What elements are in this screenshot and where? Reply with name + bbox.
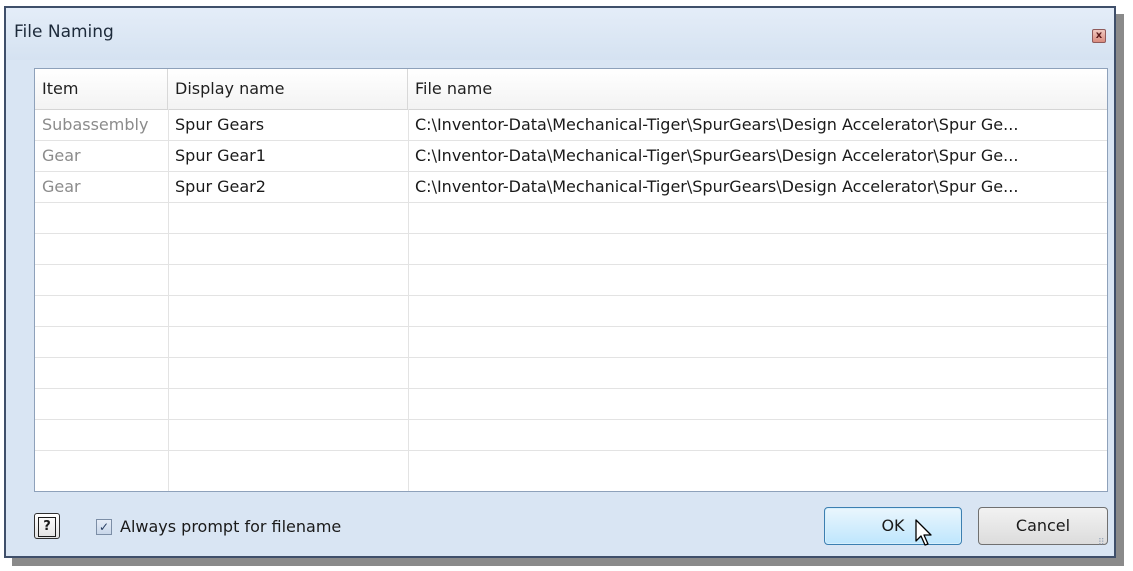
table-row[interactable]: Gear Spur Gear2 C:\Inventor-Data\Mechanica… (35, 171, 1107, 203)
cancel-button[interactable]: Cancel (978, 507, 1108, 545)
file-naming-table: Item Display name File name Subassembly S… (34, 68, 1108, 492)
empty-table-row (35, 264, 1107, 296)
empty-table-row (35, 202, 1107, 234)
cell-display-name[interactable]: Spur Gear1 (168, 140, 408, 171)
ok-button[interactable]: OK (824, 507, 962, 545)
help-button[interactable]: ? (34, 513, 60, 539)
cell-file-name[interactable]: C:\Inventor-Data\Mechanical-Tiger\SpurGe… (408, 109, 1107, 140)
column-header-display-name[interactable]: Display name (168, 69, 408, 109)
empty-table-row (35, 326, 1107, 358)
empty-table-row (35, 419, 1107, 451)
column-header-file-name[interactable]: File name (408, 69, 1107, 109)
cell-item[interactable]: Subassembly (35, 109, 168, 140)
close-icon: x (1095, 30, 1103, 41)
file-naming-dialog: File Naming x Item Display name File nam… (4, 6, 1116, 558)
cell-file-name[interactable]: C:\Inventor-Data\Mechanical-Tiger\SpurGe… (408, 140, 1107, 171)
dialog-title: File Naming (14, 22, 114, 42)
mouse-pointer-icon (915, 519, 932, 546)
always-prompt-label[interactable]: Always prompt for filename (120, 516, 341, 538)
cell-item[interactable]: Gear (35, 171, 168, 202)
checkmark-icon: ✓ (98, 520, 110, 534)
help-icon: ? (38, 517, 56, 537)
empty-table-row (35, 233, 1107, 265)
title-bar[interactable]: File Naming x (6, 8, 1114, 60)
column-divider (168, 109, 169, 491)
cell-display-name[interactable]: Spur Gears (168, 109, 408, 140)
cell-file-name[interactable]: C:\Inventor-Data\Mechanical-Tiger\SpurGe… (408, 171, 1107, 202)
column-divider (408, 109, 409, 491)
empty-table-row (35, 295, 1107, 327)
always-prompt-checkbox[interactable]: ✓ (96, 519, 112, 535)
resize-grip-icon[interactable]: ⠿ (1098, 539, 1110, 552)
table-header: Item Display name File name (35, 69, 1107, 110)
column-header-item[interactable]: Item (35, 69, 168, 109)
close-button[interactable]: x (1092, 29, 1106, 43)
table-row[interactable]: Subassembly Spur Gears C:\Inventor-Data\Me… (35, 109, 1107, 141)
empty-table-row (35, 388, 1107, 420)
empty-table-row (35, 357, 1107, 389)
table-row[interactable]: Gear Spur Gear1 C:\Inventor-Data\Mechanica… (35, 140, 1107, 172)
cell-display-name[interactable]: Spur Gear2 (168, 171, 408, 202)
cell-item[interactable]: Gear (35, 140, 168, 171)
